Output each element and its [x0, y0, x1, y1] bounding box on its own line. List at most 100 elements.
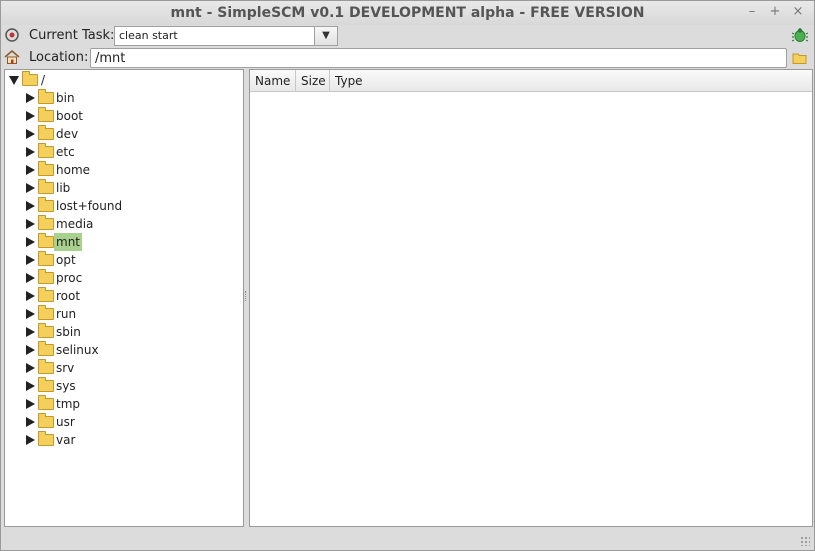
expand-arrow-icon[interactable]: [26, 219, 35, 229]
tree-item-label: bin: [56, 91, 75, 105]
tree-item-label: dev: [56, 127, 79, 141]
tree-item-opt[interactable]: opt: [5, 251, 241, 269]
folder-icon: [38, 359, 54, 374]
tree-item-proc[interactable]: proc: [5, 269, 241, 287]
title-bar[interactable]: mnt - SimpleSCM v0.1 DEVELOPMENT alpha -…: [1, 1, 814, 25]
tree-item-label: proc: [56, 271, 83, 285]
tree-item-run[interactable]: run: [5, 305, 241, 323]
current-task-label: Current Task:: [29, 28, 115, 43]
tree-item-etc[interactable]: etc: [5, 143, 241, 161]
main-window: mnt - SimpleSCM v0.1 DEVELOPMENT alpha -…: [0, 0, 815, 551]
tree-item-sys[interactable]: sys: [5, 377, 241, 395]
tree-item-label: mnt: [54, 233, 82, 251]
expand-arrow-icon[interactable]: [26, 435, 35, 445]
folder-icon: [38, 89, 54, 104]
home-icon[interactable]: [4, 49, 20, 68]
tree-item-lib[interactable]: lib: [5, 179, 241, 197]
expand-arrow-icon[interactable]: [26, 147, 35, 157]
tree-item-label: media: [56, 217, 94, 231]
file-list[interactable]: Name Size Type: [249, 69, 813, 527]
tree-item-label: home: [56, 163, 91, 177]
column-header-name[interactable]: Name: [250, 70, 296, 92]
tree-item-lost-found[interactable]: lost+found: [5, 197, 241, 215]
folder-icon: [38, 107, 54, 122]
folder-icon: [38, 233, 54, 248]
tree-item-label: var: [56, 433, 76, 447]
folder-icon: [38, 269, 54, 284]
folder-icon: [38, 323, 54, 338]
expand-arrow-icon[interactable]: [26, 165, 35, 175]
directory-tree[interactable]: / bin boot dev etc home lib lost+found media mnt o…: [4, 69, 244, 527]
location-input[interactable]: /mnt: [90, 48, 787, 68]
tree-item-var[interactable]: var: [5, 431, 241, 449]
folder-icon: [38, 197, 54, 212]
tree-item-label: etc: [56, 145, 75, 159]
collapse-arrow-icon[interactable]: [9, 76, 19, 85]
column-header-size[interactable]: Size: [296, 70, 330, 92]
tree-item-label: lib: [56, 181, 71, 195]
resize-grip-icon[interactable]: [800, 536, 810, 546]
tree-item-srv[interactable]: srv: [5, 359, 241, 377]
tree-item-label: root: [56, 289, 81, 303]
tree-item-dev[interactable]: dev: [5, 125, 241, 143]
maximize-button[interactable]: +: [768, 5, 782, 19]
folder-icon: [38, 431, 54, 446]
expand-arrow-icon[interactable]: [26, 183, 35, 193]
close-button[interactable]: ×: [791, 5, 805, 19]
expand-arrow-icon[interactable]: [26, 345, 35, 355]
expand-arrow-icon[interactable]: [26, 129, 35, 139]
chevron-down-icon[interactable]: ▼: [314, 27, 337, 45]
location-label: Location:: [29, 50, 89, 65]
folder-icon: [38, 143, 54, 158]
expand-arrow-icon[interactable]: [26, 111, 35, 121]
location-value: /mnt: [95, 51, 126, 66]
tree-item-label: lost+found: [56, 199, 123, 213]
expand-arrow-icon[interactable]: [26, 291, 35, 301]
tree-item-mnt[interactable]: mnt: [5, 233, 241, 251]
expand-arrow-icon[interactable]: [26, 93, 35, 103]
expand-arrow-icon[interactable]: [26, 201, 35, 211]
tree-item-label: usr: [56, 415, 75, 429]
tree-item-label: selinux: [56, 343, 99, 357]
tree-item-label: sys: [56, 379, 76, 393]
folder-icon: [38, 179, 54, 194]
tree-item-label: opt: [56, 253, 76, 267]
folder-icon: [38, 251, 54, 266]
tree-item-sbin[interactable]: sbin: [5, 323, 241, 341]
tree-item-label: boot: [56, 109, 84, 123]
tree-item-home[interactable]: home: [5, 161, 241, 179]
folder-icon: [38, 395, 54, 410]
tree-item-bin[interactable]: bin: [5, 89, 241, 107]
bug-icon[interactable]: [791, 27, 809, 46]
expand-arrow-icon[interactable]: [26, 399, 35, 409]
expand-arrow-icon[interactable]: [26, 327, 35, 337]
current-task-combo[interactable]: clean start ▼: [114, 26, 338, 46]
expand-arrow-icon[interactable]: [26, 237, 35, 247]
expand-arrow-icon[interactable]: [26, 255, 35, 265]
tree-root[interactable]: /: [5, 71, 241, 89]
open-folder-icon[interactable]: [792, 51, 808, 68]
tree-item-media[interactable]: media: [5, 215, 241, 233]
expand-arrow-icon[interactable]: [26, 273, 35, 283]
status-bar: [1, 529, 814, 550]
tree-item-selinux[interactable]: selinux: [5, 341, 241, 359]
expand-arrow-icon[interactable]: [26, 363, 35, 373]
folder-icon: [38, 413, 54, 428]
pane-splitter[interactable]: [244, 69, 248, 527]
folder-icon: [38, 125, 54, 140]
minimize-button[interactable]: –: [745, 5, 759, 19]
tree-item-boot[interactable]: boot: [5, 107, 241, 125]
expand-arrow-icon[interactable]: [26, 309, 35, 319]
expand-arrow-icon[interactable]: [26, 417, 35, 427]
folder-icon: [38, 215, 54, 230]
folder-icon: [22, 71, 38, 86]
tree-item-usr[interactable]: usr: [5, 413, 241, 431]
tree-item-root[interactable]: root: [5, 287, 241, 305]
folder-icon: [38, 161, 54, 176]
expand-arrow-icon[interactable]: [26, 381, 35, 391]
tree-item-tmp[interactable]: tmp: [5, 395, 241, 413]
folder-icon: [38, 377, 54, 392]
window-title: mnt - SimpleSCM v0.1 DEVELOPMENT alpha -…: [170, 5, 645, 21]
tree-root-label: /: [41, 73, 46, 87]
column-header-type[interactable]: Type: [330, 70, 812, 92]
